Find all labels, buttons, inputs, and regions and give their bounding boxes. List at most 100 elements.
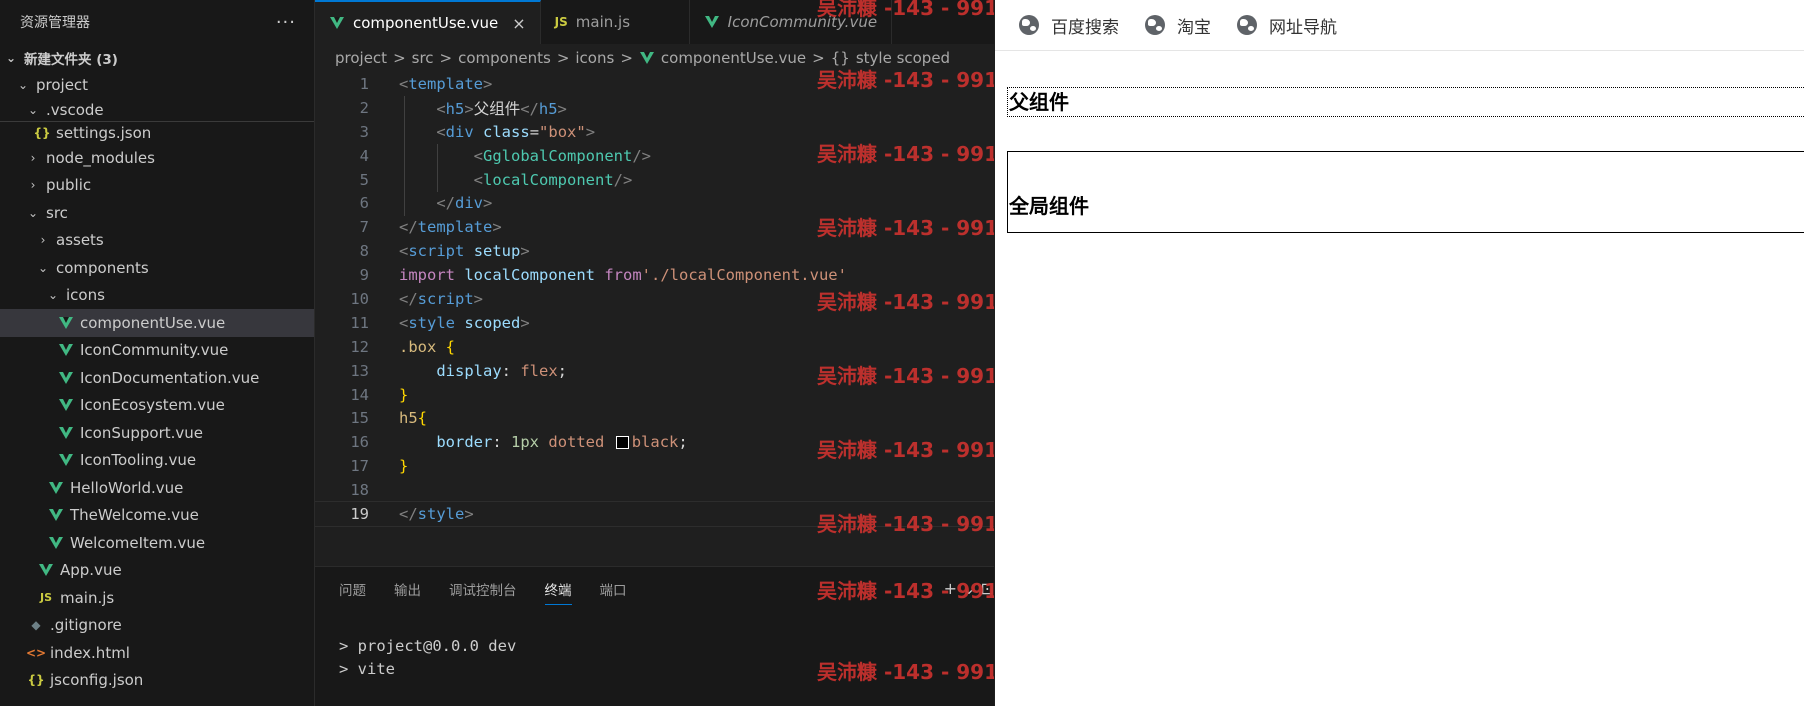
tree-item-app-vue[interactable]: App.vue [0,557,314,585]
chevron-right-icon: › [40,233,46,248]
code-line: 9 import localComponent from'./localComp… [315,263,994,287]
chevron-right-icon: > [439,49,453,67]
watermark-text: 吴沛糠 -143 - 991 [817,512,994,536]
tree-item-jsconfig-json[interactable]: {} jsconfig.json [0,667,314,695]
tab-terminal[interactable]: 终端 [544,567,572,611]
color-swatch[interactable] [615,436,629,450]
close-icon[interactable]: × [512,14,525,33]
line-number: 17 [350,457,369,476]
watermark-text: 吴沛糠 -143 - 991 [817,364,994,388]
tree-item-welcomeitem-vue[interactable]: WelcomeItem.vue [0,529,314,557]
tree-item-label: components [56,258,149,277]
breadcrumb-item[interactable]: src [412,49,434,67]
tree-item-label: index.html [50,643,130,662]
line-content: <template> [399,74,493,93]
tab-main-js[interactable]: JS main.js [541,0,690,44]
browser-preview: 百度搜索 淘宝 网址导航 父组件 全局组件 [995,0,1804,706]
tree-item-icondocumentation-vue[interactable]: IconDocumentation.vue [0,364,314,392]
tab-output[interactable]: 输出 [394,567,421,611]
watermark-text: 吴沛糠 -143 - 991 [817,438,994,462]
chevron-down-icon: ⌄ [27,103,39,117]
tree-item-helloworld-vue[interactable]: HelloWorld.vue [0,474,314,502]
json-file-icon: {} [33,126,51,140]
tree-item-index-html[interactable]: <> index.html [0,639,314,667]
watermark-text: 吴沛糠 -143 - 991 [817,290,994,314]
breadcrumb-item[interactable]: project [335,49,387,67]
code-line: 8 <script setup> [315,239,994,263]
tree-item-public[interactable]: › public [0,172,314,200]
line-number: 15 [350,409,369,428]
watermark-text: 吴沛糠 -143 - 991 [817,579,994,603]
explorer-title: 资源管理器 [20,15,90,31]
bookmark-label: 网址导航 [1269,17,1337,38]
explorer-header: 资源管理器 ··· [0,0,314,44]
tree-item-src[interactable]: ⌄ src [0,199,314,227]
bookmark-taobao[interactable]: 淘宝 [1145,13,1211,38]
bookmark-label: 淘宝 [1177,17,1211,38]
line-number: 14 [350,385,369,404]
breadcrumb-item[interactable]: components [458,49,551,67]
tree-item-label: jsconfig.json [50,671,144,690]
line-content: .box { [399,337,456,356]
tree-root-folder[interactable]: ⌄ 新建文件夹 (3) [0,44,314,72]
chevron-down-icon: ⌄ [17,78,29,93]
tree-item-label: HelloWorld.vue [70,478,184,497]
vue-file-icon [38,562,54,578]
watermark-text: 吴沛糠 -143 - 991 [817,0,994,20]
tree-item-gitignore[interactable]: ◆ .gitignore [0,612,314,640]
tree-item-node-modules[interactable]: › node_modules [0,144,314,172]
tree-item-iconsupport-vue[interactable]: IconSupport.vue [0,419,314,447]
vue-file-icon [639,50,655,66]
tree-item-vscode[interactable]: ⌄ .vscode [0,99,314,121]
tab-debug-console[interactable]: 调试控制台 [449,567,517,611]
tree-item-settings-json[interactable]: {} settings.json [0,121,314,144]
tree-item-label: IconDocumentation.vue [80,368,260,387]
tree-item-project[interactable]: ⌄ project [0,72,314,100]
tab-problems[interactable]: 问题 [339,567,366,611]
breadcrumb-item[interactable]: icons [575,49,614,67]
line-content: <style scoped> [399,313,530,332]
vue-file-icon [58,425,74,441]
tree-item-label: IconSupport.vue [80,423,204,442]
vue-file-icon [48,507,64,523]
breadcrumb-item[interactable]: componentUse.vue [661,49,806,67]
tree-item-components[interactable]: ⌄ components [0,254,314,282]
vue-file-icon [58,342,74,358]
tree-item-thewelcome-vue[interactable]: TheWelcome.vue [0,502,314,530]
vue-file-icon [704,14,720,30]
tree-item-componentuse-vue[interactable]: componentUse.vue [0,309,314,337]
tree-item-main-js[interactable]: JS main.js [0,584,314,612]
bookmark-baidu[interactable]: 百度搜索 [1019,13,1119,38]
tree-item-label: main.js [60,588,115,607]
line-number: 11 [350,313,369,332]
tree-item-icons[interactable]: ⌄ icons [0,282,314,310]
tree-item-icontooling-vue[interactable]: IconTooling.vue [0,447,314,475]
more-actions-icon[interactable]: ··· [276,12,296,33]
chevron-right-icon: > [393,49,406,67]
line-number: 3 [359,122,369,141]
bookmark-nav[interactable]: 网址导航 [1237,13,1337,38]
tree-item-label: IconEcosystem.vue [80,396,225,415]
tree-item-iconecosystem-vue[interactable]: IconEcosystem.vue [0,392,314,420]
code-line: 5 <localComponent/> [315,168,994,192]
tree-item-iconcommunity-vue[interactable]: IconCommunity.vue [0,337,314,365]
line-content: <h5>父组件</h5> [436,99,567,118]
tab-componentuse-vue[interactable]: componentUse.vue × [315,0,541,44]
tree-item-label: project [36,76,89,95]
chevron-down-icon: ⌄ [47,288,59,303]
line-content: } [399,457,409,476]
vue-file-icon [58,397,74,413]
line-content: </style> [399,504,474,523]
tree-item-label: IconCommunity.vue [80,341,229,360]
tree-item-label: settings.json [56,124,152,142]
globe-icon [1145,15,1165,35]
line-number: 12 [350,337,369,356]
tree-item-assets[interactable]: › assets [0,227,314,255]
line-content: </div> [436,194,493,213]
line-content: </script> [399,289,484,308]
js-file-icon: JS [39,591,52,605]
box-container: 全局组件 [1007,151,1804,233]
watermark-text: 吴沛糠 -143 - 991 [817,68,994,92]
line-number: 7 [359,218,369,237]
tab-ports[interactable]: 端口 [600,567,627,611]
